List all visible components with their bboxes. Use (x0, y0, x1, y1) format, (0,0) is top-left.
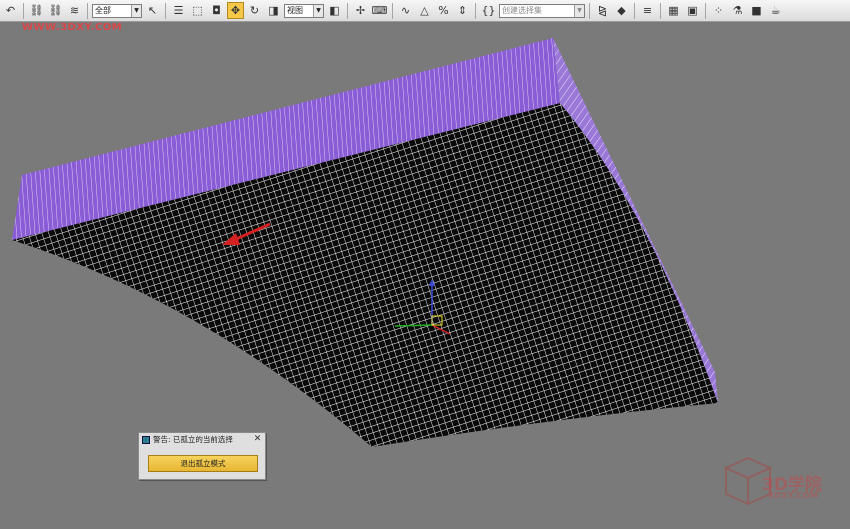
chevron-down-icon: ▼ (313, 4, 323, 17)
ref-coord-dropdown[interactable]: 视图 ▼ (284, 3, 324, 18)
toolbar-separator (705, 2, 706, 19)
logo-watermark-sub: 3DXY.COM (768, 491, 819, 500)
render-setup-icon[interactable]: ⚗ (729, 2, 746, 19)
app-icon (142, 436, 150, 444)
move-icon[interactable]: ✥ (227, 2, 244, 19)
named-selection-placeholder: 创建选择集 (502, 5, 542, 15)
named-selection-dropdown[interactable]: 创建选择集 ▼ (499, 3, 585, 18)
dialog-titlebar[interactable]: 警告: 已孤立的当前选择 ✕ (139, 433, 265, 447)
select-by-name-icon[interactable]: ☰ (170, 2, 187, 19)
main-toolbar: ↶ ⛓ ⛓ ≋ 全部 ▼ ↖ ☰ ⬚ ◘ ✥ ↻ ◨ 视图 ▼ ◧ ✢ ⌨ ∿ … (0, 0, 850, 22)
unlink-icon[interactable]: ⛓ (47, 2, 64, 19)
exit-isolation-button[interactable]: 退出孤立模式 (148, 455, 258, 472)
toolbar-separator (589, 2, 590, 19)
toolbar-separator (347, 2, 348, 19)
toolbar-separator (634, 2, 635, 19)
selection-filter-value: 全部 (95, 5, 111, 15)
toolbar-separator (165, 2, 166, 19)
rotate-icon[interactable]: ↻ (246, 2, 263, 19)
material-editor-icon[interactable]: ⁘ (710, 2, 727, 19)
rect-region-icon[interactable]: ⬚ (189, 2, 206, 19)
schematic-view-icon[interactable]: ▣ (684, 2, 701, 19)
selection-filter-dropdown[interactable]: 全部 ▼ (92, 3, 142, 18)
curve-editor-icon[interactable]: ▦ (665, 2, 682, 19)
undo-icon[interactable]: ↶ (2, 2, 19, 19)
pivot-icon[interactable]: ◧ (326, 2, 343, 19)
scale-icon[interactable]: ◨ (265, 2, 282, 19)
rendered-frame-icon[interactable]: ■ (748, 2, 765, 19)
keyboard-shortcut-icon[interactable]: ⌨ (371, 2, 388, 19)
site-watermark: WWW.3DXY.COM (22, 22, 123, 33)
toolbar-separator (23, 2, 24, 19)
render-icon[interactable]: ☕ (767, 2, 784, 19)
angle-snap-icon[interactable]: △ (416, 2, 433, 19)
bind-spacewarp-icon[interactable]: ≋ (66, 2, 83, 19)
close-icon[interactable]: ✕ (252, 434, 263, 445)
snap-3d-icon[interactable]: ∿ (397, 2, 414, 19)
mirror-icon[interactable]: ⧎ (594, 2, 611, 19)
toolbar-separator (475, 2, 476, 19)
layer-manager-icon[interactable]: ≡ (639, 2, 656, 19)
toolbar-separator (392, 2, 393, 19)
chevron-down-icon: ▼ (574, 4, 584, 17)
isolation-warning-dialog: 警告: 已孤立的当前选择 ✕ 退出孤立模式 (138, 432, 266, 480)
window-crossing-icon[interactable]: ◘ (208, 2, 225, 19)
toolbar-separator (660, 2, 661, 19)
dialog-title: 警告: 已孤立的当前选择 (153, 435, 233, 444)
chevron-down-icon: ▼ (131, 4, 141, 17)
select-manipulate-icon[interactable]: ✢ (352, 2, 369, 19)
percent-snap-icon[interactable]: % (435, 2, 452, 19)
ref-coord-value: 视图 (287, 5, 303, 15)
link-icon[interactable]: ⛓ (28, 2, 45, 19)
edit-named-sets-icon[interactable]: {} (480, 2, 497, 19)
spinner-snap-icon[interactable]: ⇕ (454, 2, 471, 19)
toolbar-separator (87, 2, 88, 19)
align-icon[interactable]: ◆ (613, 2, 630, 19)
select-object-icon[interactable]: ↖ (144, 2, 161, 19)
